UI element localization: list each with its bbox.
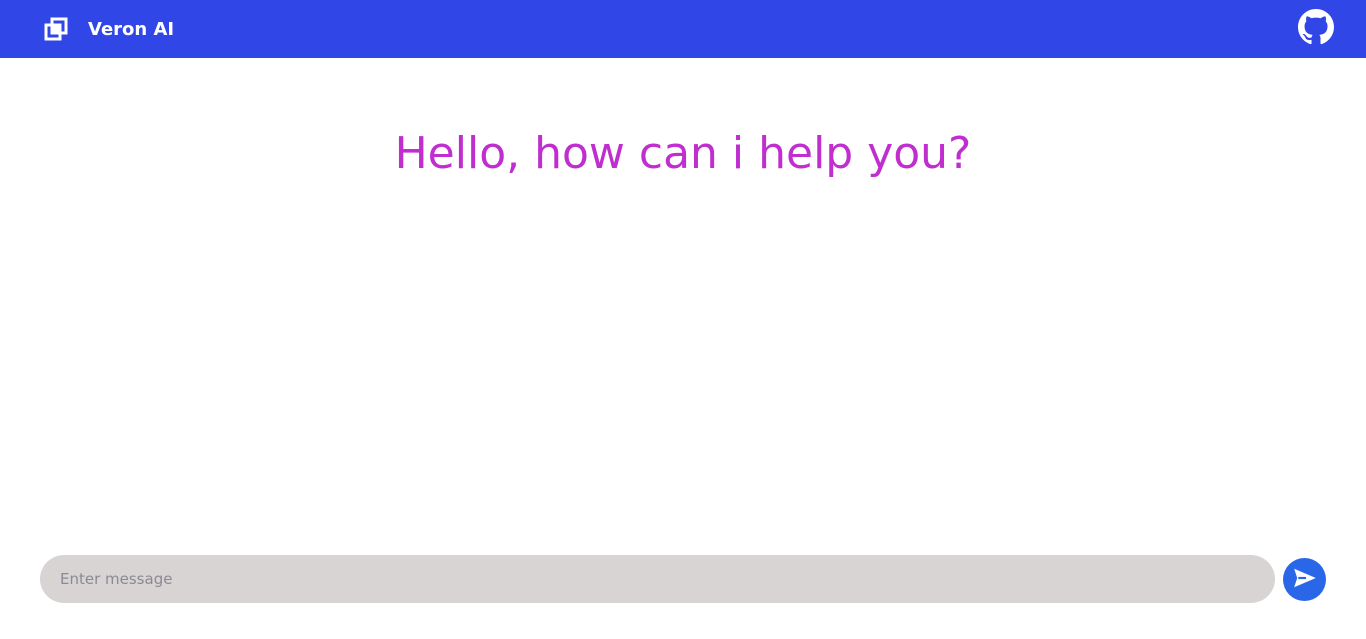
greeting-heading: Hello, how can i help you? xyxy=(394,128,972,179)
message-composer xyxy=(40,555,1326,603)
app-title: Veron AI xyxy=(88,18,175,40)
send-button[interactable] xyxy=(1283,558,1326,601)
github-link[interactable] xyxy=(1298,9,1334,49)
brand[interactable]: Veron AI xyxy=(44,0,174,58)
layers-logo-icon xyxy=(44,17,68,41)
github-icon xyxy=(1298,9,1334,49)
send-icon xyxy=(1292,565,1318,594)
message-input[interactable] xyxy=(40,555,1275,603)
top-navbar: Veron AI xyxy=(0,0,1366,58)
